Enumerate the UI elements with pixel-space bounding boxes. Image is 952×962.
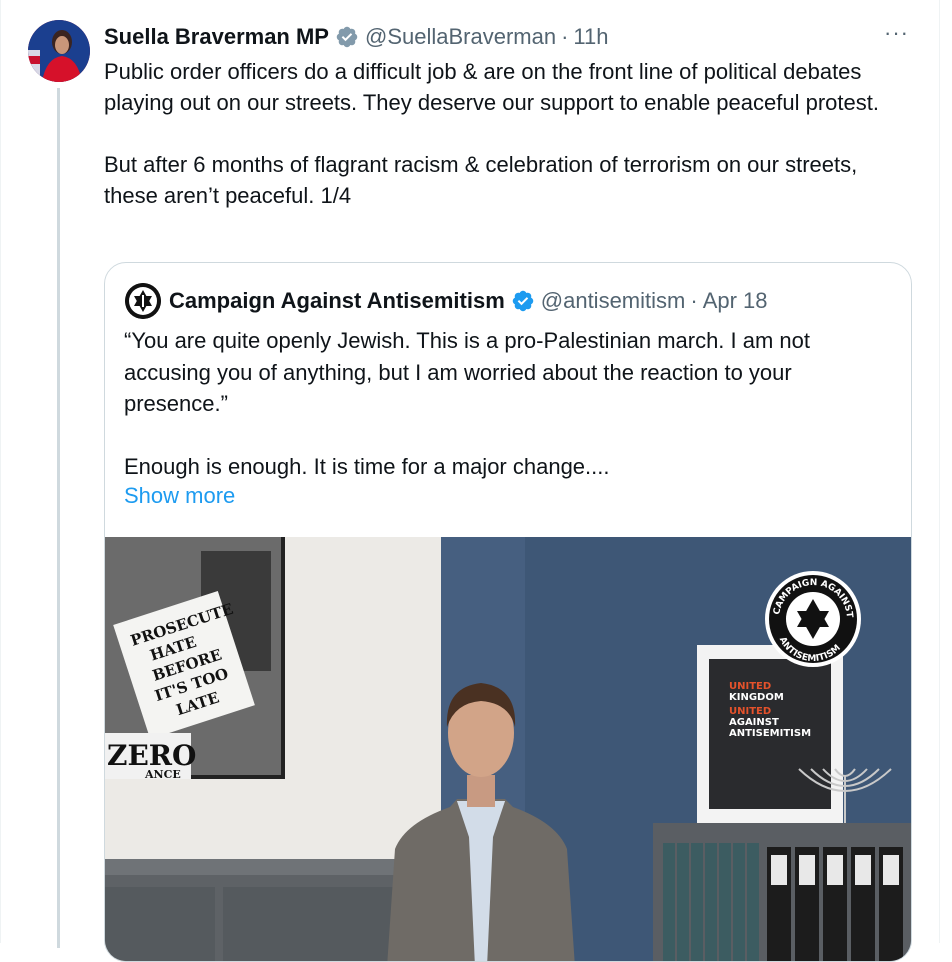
poster-line: UNITED	[729, 706, 771, 717]
zero-sign-sub: ANCE	[144, 768, 181, 781]
author-handle[interactable]: @SuellaBraverman	[365, 24, 556, 50]
verified-badge-icon	[336, 26, 358, 48]
quote-text: “You are quite openly Jewish. This is a …	[124, 328, 811, 479]
poster-line: AGAINST	[729, 717, 779, 728]
quote-author-avatar[interactable]	[125, 283, 161, 319]
show-more-link[interactable]: Show more	[124, 483, 235, 509]
author-name[interactable]: Suella Braverman MP	[104, 24, 329, 50]
tweet-timestamp[interactable]: 11h	[573, 24, 608, 50]
quote-timestamp[interactable]: Apr 18	[703, 288, 768, 314]
tweet-header: Suella Braverman MP @SuellaBraverman · 1…	[104, 22, 909, 52]
more-options-icon[interactable]: ···	[884, 20, 909, 46]
author-avatar[interactable]	[28, 20, 90, 82]
poster-line: KINGDOM	[729, 692, 784, 703]
quote-author-name[interactable]: Campaign Against Antisemitism	[169, 288, 505, 314]
poster-line: UNITED	[729, 681, 771, 692]
header-separator: ·	[561, 24, 569, 49]
tweet-text: Public order officers do a difficult job…	[104, 59, 879, 208]
verified-badge-icon	[512, 290, 534, 312]
quote-header: Campaign Against Antisemitism @antisemit…	[125, 283, 768, 319]
poster-line: ANTISEMITISM	[729, 728, 811, 739]
tweet-container: Suella Braverman MP @SuellaBraverman · 1…	[0, 0, 940, 962]
video-thumbnail[interactable]: PROSECUTE HATE BEFORE IT'S TOO LATE ZERO…	[105, 537, 911, 961]
quoted-tweet[interactable]: Campaign Against Antisemitism @antisemit…	[104, 262, 912, 962]
quote-separator: ·	[690, 288, 698, 313]
thread-line	[57, 88, 60, 948]
quote-author-handle[interactable]: @antisemitism	[541, 288, 686, 314]
